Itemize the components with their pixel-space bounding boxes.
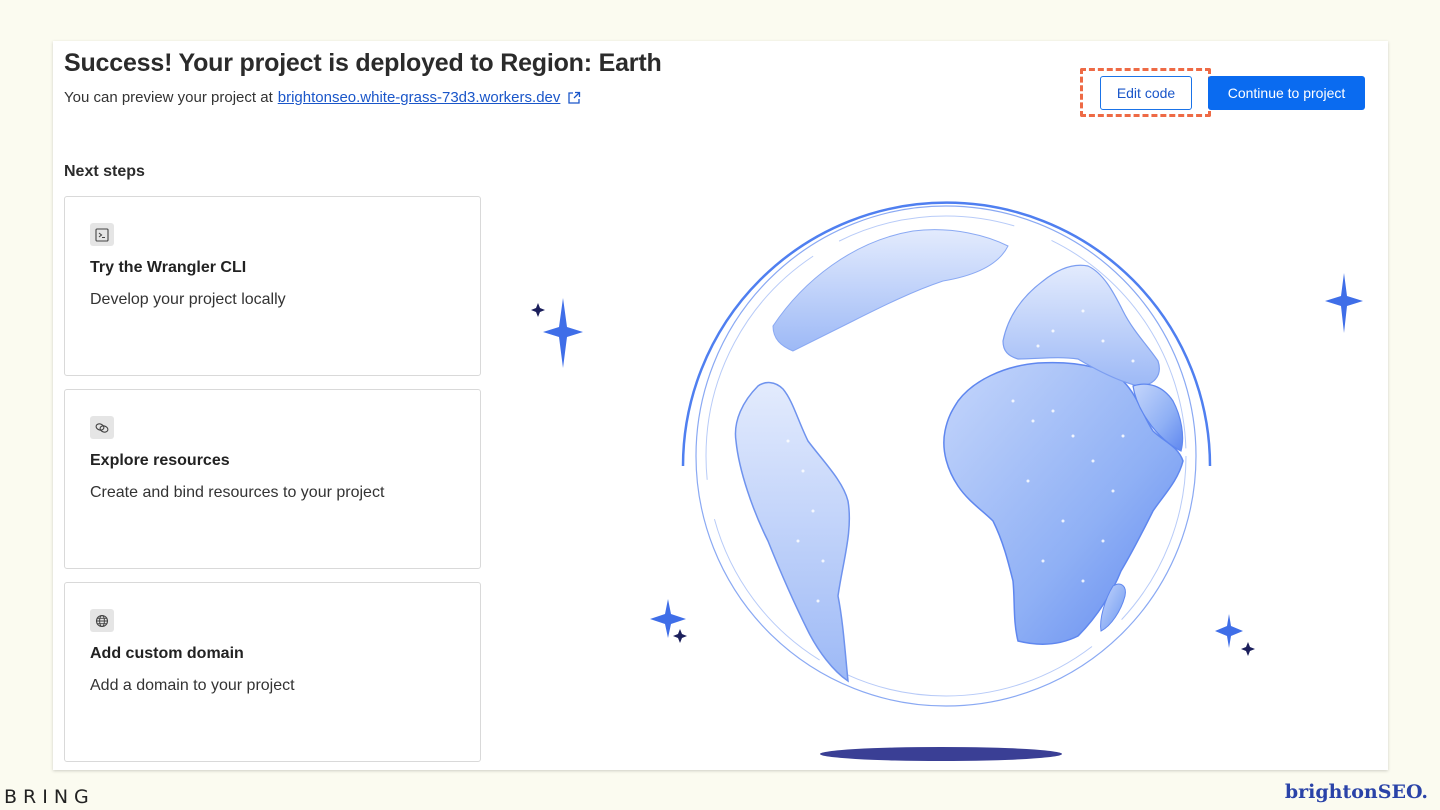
continent-south-america (734, 381, 851, 683)
brightonseo-logo: brightonSEO. (1284, 781, 1428, 803)
deployment-success-panel: Success! Your project is deployed to Reg… (53, 41, 1388, 770)
bring-logo: BRING (4, 786, 95, 808)
globe-illustration (531, 201, 1363, 761)
globe-shadow (820, 747, 1062, 761)
